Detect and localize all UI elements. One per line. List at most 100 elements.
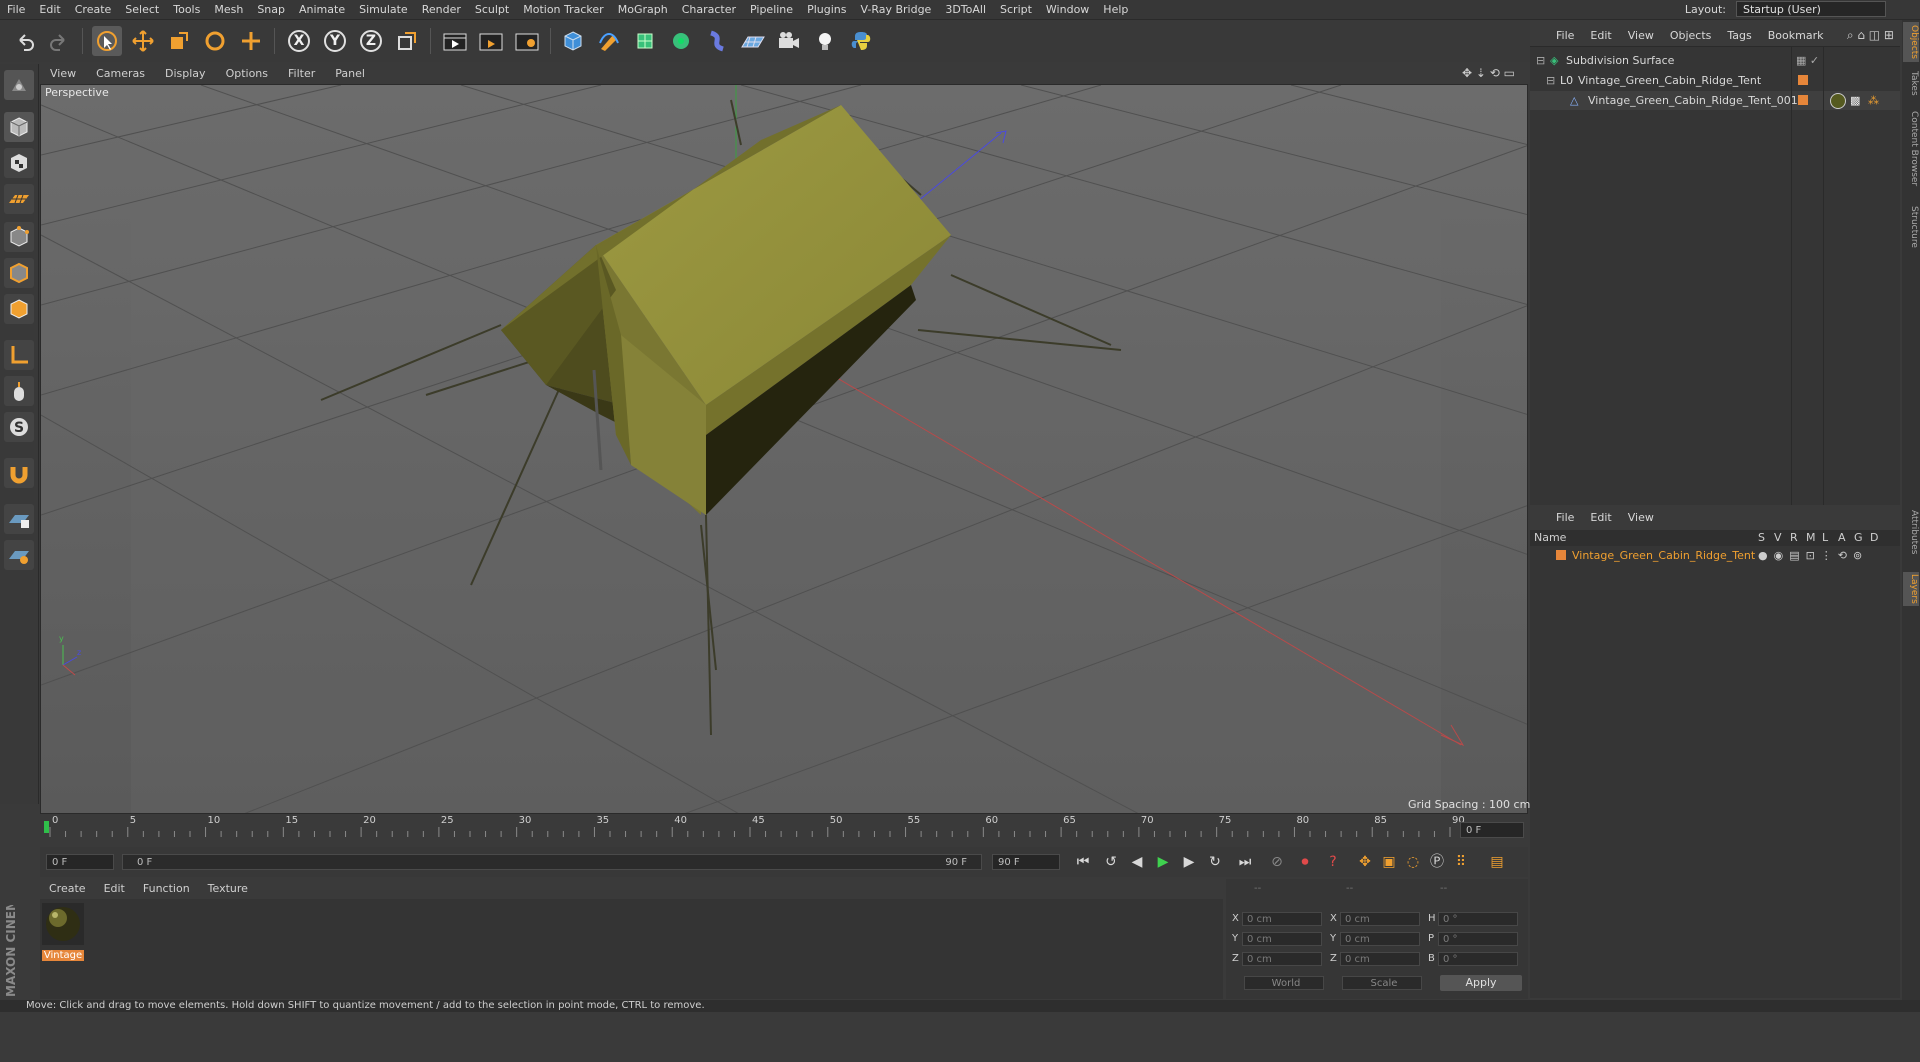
size-x-field[interactable]: 0 cm <box>1340 912 1420 926</box>
viewport-menu-display[interactable]: Display <box>155 64 216 84</box>
menu-plugins[interactable]: Plugins <box>800 0 853 19</box>
frame-readout[interactable]: 0 F <box>1460 822 1524 838</box>
move-tool-icon[interactable] <box>128 26 158 56</box>
camera-icon[interactable] <box>774 26 804 56</box>
menu-simulate[interactable]: Simulate <box>352 0 415 19</box>
objects-menu-bookmark[interactable]: Bookmark <box>1760 26 1832 46</box>
pen-spline-icon[interactable] <box>594 26 624 56</box>
object-row[interactable]: ⊟ ◈ Subdivision Surface ▦ ✓ <box>1530 51 1900 70</box>
objects-menu-objects[interactable]: Objects <box>1662 26 1720 46</box>
timeline-ruler[interactable]: 0 5 10 15 20 25 30 35 40 45 50 55 60 65 70 75 80 85 90 <box>40 815 1528 845</box>
key-rotation-icon[interactable]: ◌ <box>1402 851 1424 873</box>
menu-pipeline[interactable]: Pipeline <box>743 0 800 19</box>
axis-mode-icon[interactable] <box>4 340 34 370</box>
render-to-picture-viewer-icon[interactable] <box>476 26 506 56</box>
3d-viewport[interactable]: y z <box>40 84 1528 814</box>
render-view-icon[interactable] <box>440 26 470 56</box>
cloner-icon[interactable] <box>666 26 696 56</box>
menu-file[interactable]: File <box>0 0 32 19</box>
rotation-b-field[interactable]: 0 ° <box>1438 952 1518 966</box>
render-settings-icon[interactable] <box>512 26 542 56</box>
menu-window[interactable]: Window <box>1039 0 1096 19</box>
next-key-icon[interactable]: ↻ <box>1204 851 1226 873</box>
transform-tool-icon[interactable] <box>236 26 266 56</box>
size-y-field[interactable]: 0 cm <box>1340 932 1420 946</box>
objects-menu-tags[interactable]: Tags <box>1719 26 1759 46</box>
menu-select[interactable]: Select <box>118 0 166 19</box>
workplane-icon[interactable] <box>4 184 34 214</box>
phong-tag-icon[interactable]: ⁂ <box>1868 91 1879 110</box>
collapse-icon[interactable]: ⊟ <box>1546 71 1555 90</box>
go-to-start-icon[interactable]: ⏮ <box>1072 851 1094 873</box>
menu-animate[interactable]: Animate <box>292 0 352 19</box>
live-selection-icon[interactable] <box>92 26 122 56</box>
object-manager-search-icon[interactable]: ⌕ ⌂ ◫ ⊞ <box>1847 28 1894 43</box>
previous-frame-icon[interactable]: ◀ <box>1126 851 1148 873</box>
rotation-p-field[interactable]: 0 ° <box>1438 932 1518 946</box>
menu-help[interactable]: Help <box>1096 0 1135 19</box>
points-mode-icon[interactable] <box>4 222 34 252</box>
tab-attributes[interactable]: Attributes <box>1903 504 1919 560</box>
object-row[interactable]: ⊟ L0 Vintage_Green_Cabin_Ridge_Tent <box>1530 71 1900 90</box>
deformer-icon[interactable] <box>702 26 732 56</box>
menu-mesh[interactable]: Mesh <box>207 0 250 19</box>
python-icon[interactable] <box>846 26 876 56</box>
menu-tools[interactable]: Tools <box>166 0 207 19</box>
lock-x-axis-button[interactable]: X <box>284 26 314 56</box>
viewport-menu-panel[interactable]: Panel <box>325 64 375 84</box>
material-menu-create[interactable]: Create <box>40 879 95 899</box>
menu-mograph[interactable]: MoGraph <box>611 0 675 19</box>
key-position-icon[interactable]: ✥ <box>1354 851 1376 873</box>
coordinate-system-icon[interactable] <box>392 26 422 56</box>
objects-menu-view[interactable]: View <box>1620 26 1662 46</box>
menu-character[interactable]: Character <box>675 0 743 19</box>
tab-content-browser[interactable]: Content Browser <box>1903 104 1919 194</box>
lock-z-axis-button[interactable]: Z <box>356 26 386 56</box>
lock-y-axis-button[interactable]: Y <box>320 26 350 56</box>
rotation-h-field[interactable]: 0 ° <box>1438 912 1518 926</box>
scale-select[interactable]: Scale <box>1342 976 1422 990</box>
grid-settings-icon[interactable] <box>4 540 34 570</box>
cube-primitive-icon[interactable] <box>558 26 588 56</box>
edges-mode-icon[interactable] <box>4 258 34 288</box>
autokey-icon[interactable]: ? <box>1322 851 1344 873</box>
menu-edit[interactable]: Edit <box>32 0 67 19</box>
key-scale-icon[interactable]: ▣ <box>1378 851 1400 873</box>
layout-select[interactable]: Startup (User) <box>1736 1 1886 17</box>
viewport-menu-view[interactable]: View <box>40 64 86 84</box>
play-icon[interactable]: ▶ <box>1152 851 1174 873</box>
scale-tool-icon[interactable] <box>164 26 194 56</box>
viewport-navigation-icons[interactable]: ✥ ⇣ ⟲ ▭ <box>1462 66 1522 82</box>
material-menu-function[interactable]: Function <box>134 879 199 899</box>
tweak-mode-icon[interactable] <box>4 376 34 406</box>
record-active-icon[interactable]: ⏺ <box>1294 851 1316 873</box>
record-position-icon[interactable]: ⊘ <box>1266 851 1288 873</box>
grid-lock-icon[interactable] <box>4 504 34 534</box>
objects-menu-file[interactable]: File <box>1530 26 1582 46</box>
material-menu-edit[interactable]: Edit <box>95 879 134 899</box>
polygons-mode-icon[interactable] <box>4 294 34 324</box>
tab-structure[interactable]: Structure <box>1903 200 1919 254</box>
layers-menu-edit[interactable]: Edit <box>1582 508 1619 528</box>
tab-objects[interactable]: Objects <box>1903 22 1919 62</box>
undo-icon[interactable] <box>10 26 40 56</box>
go-to-end-icon[interactable]: ⏭ <box>1234 851 1256 873</box>
next-frame-icon[interactable]: ▶ <box>1178 851 1200 873</box>
subdivision-surface-icon[interactable] <box>630 26 660 56</box>
layers-menu-view[interactable]: View <box>1620 508 1662 528</box>
collapse-icon[interactable]: ⊟ <box>1536 51 1545 70</box>
timeline-window-icon[interactable]: ▤ <box>1486 851 1508 873</box>
frame-range-slider[interactable]: 0 F 90 F <box>122 854 982 870</box>
menu-vray-bridge[interactable]: V-Ray Bridge <box>853 0 938 19</box>
layer-row[interactable]: Vintage_Green_Cabin_Ridge_Tent ●◉▤⊡⋮⟲⊚ <box>1530 546 1900 565</box>
menu-render[interactable]: Render <box>415 0 468 19</box>
current-frame-input[interactable]: 0 F <box>46 854 114 870</box>
viewport-menu-filter[interactable]: Filter <box>278 64 325 84</box>
material-tag-icon[interactable] <box>1830 93 1846 109</box>
key-pla-icon[interactable]: ⠿ <box>1450 851 1472 873</box>
object-row[interactable]: △ Vintage_Green_Cabin_Ridge_Tent_001 ▩ ⁂ <box>1530 91 1900 110</box>
redo-icon[interactable] <box>44 26 74 56</box>
size-z-field[interactable]: 0 cm <box>1340 952 1420 966</box>
menu-create[interactable]: Create <box>68 0 119 19</box>
material-swatch[interactable]: Vintage <box>42 903 84 961</box>
